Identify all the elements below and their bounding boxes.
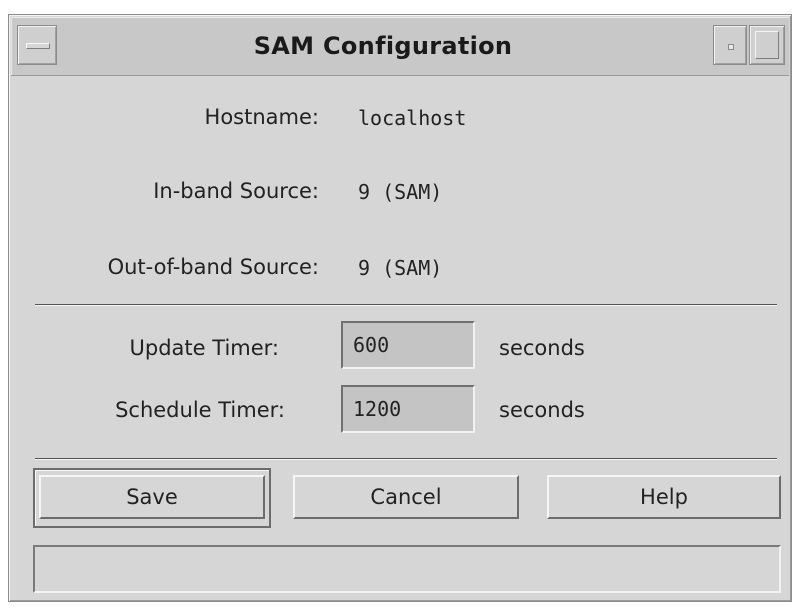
window-menu-icon	[26, 43, 50, 49]
update-timer-unit: seconds	[499, 336, 585, 360]
outband-source-value: 9 (SAM)	[358, 256, 443, 280]
minimize-icon	[728, 44, 734, 50]
title-bar[interactable]: SAM Configuration	[11, 17, 789, 76]
separator-bottom	[35, 458, 777, 460]
help-button[interactable]: Help	[547, 475, 781, 519]
maximize-icon	[755, 31, 779, 59]
hostname-value: localhost	[358, 106, 467, 130]
inband-source-value: 9 (SAM)	[358, 180, 443, 204]
status-bar	[33, 545, 781, 593]
save-button[interactable]: Save	[39, 475, 265, 519]
schedule-timer-unit: seconds	[499, 398, 585, 422]
window-title: SAM Configuration	[253, 32, 513, 60]
maximize-button[interactable]	[749, 25, 785, 65]
update-timer-input[interactable]: 600	[341, 321, 475, 369]
outband-source-label: Out-of-band Source:	[107, 255, 319, 279]
window-menu-button[interactable]	[17, 25, 57, 65]
schedule-timer-input[interactable]: 1200	[341, 385, 475, 433]
separator-top	[35, 304, 777, 306]
cancel-button[interactable]: Cancel	[293, 475, 519, 519]
inband-source-label: In-band Source:	[153, 179, 319, 203]
update-timer-label: Update Timer:	[129, 336, 279, 360]
sam-configuration-window: SAM Configuration Hostname: localhost In…	[8, 14, 792, 602]
hostname-label: Hostname:	[204, 105, 319, 129]
schedule-timer-label: Schedule Timer:	[115, 398, 285, 422]
minimize-button[interactable]	[713, 25, 747, 65]
